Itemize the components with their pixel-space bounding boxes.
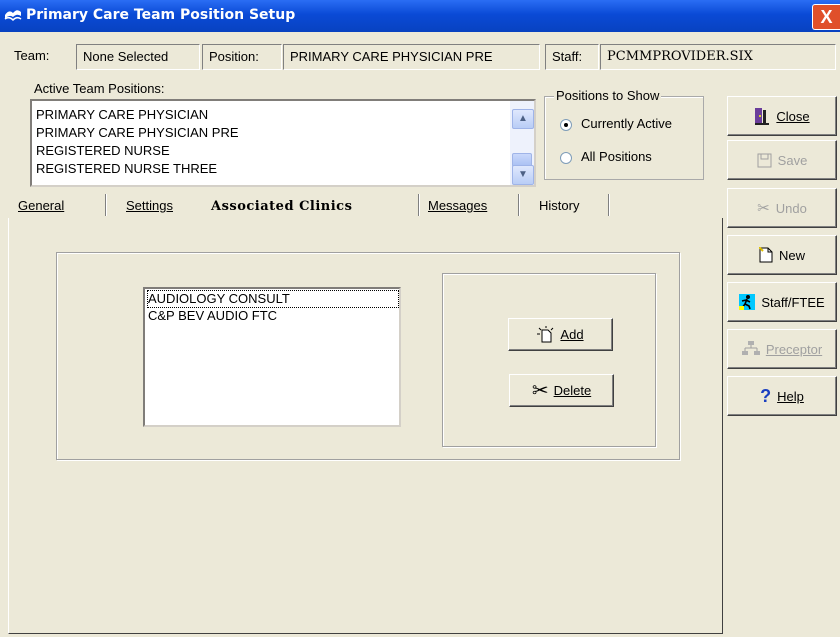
tab-divider: [105, 194, 107, 216]
list-item[interactable]: REGISTERED NURSE THREE: [36, 161, 217, 177]
tab-messages[interactable]: Messages: [428, 193, 487, 219]
radio-all-positions[interactable]: [560, 152, 572, 164]
scroll-down-icon[interactable]: ▼: [512, 165, 534, 185]
scroll-up-icon[interactable]: ▲: [512, 109, 534, 129]
list-item[interactable]: PRIMARY CARE PHYSICIAN: [36, 107, 208, 123]
close-button[interactable]: Close: [727, 96, 837, 136]
radio-currently-active-label[interactable]: Currently Active: [581, 116, 672, 131]
positions-to-show-label: Positions to Show: [554, 88, 662, 103]
undo-button[interactable]: ✂ Undo: [727, 188, 837, 228]
tab-general[interactable]: General: [18, 193, 64, 219]
new-item-icon: [537, 325, 554, 342]
new-button-label: New: [778, 247, 805, 263]
list-item[interactable]: PRIMARY CARE PHYSICIAN PRE: [36, 125, 239, 141]
add-clinic-button[interactable]: Add: [508, 318, 613, 351]
door-exit-icon: [755, 108, 770, 125]
active-positions-label: Active Team Positions:: [34, 81, 165, 96]
list-item[interactable]: AUDIOLOGY CONSULT: [147, 290, 399, 308]
radio-all-positions-label[interactable]: All Positions: [581, 149, 652, 164]
help-button[interactable]: ? Help: [727, 376, 837, 416]
new-document-icon: [758, 247, 773, 263]
active-positions-list[interactable]: PRIMARY CARE PHYSICIAN PRIMARY CARE PHYS…: [30, 99, 536, 187]
preceptor-button[interactable]: Preceptor: [727, 329, 837, 369]
save-button[interactable]: Save: [727, 140, 837, 180]
add-button-label: Add: [560, 327, 584, 342]
staff-value: PCMMPROVIDER.SIX: [600, 44, 836, 70]
undo-icon: ✂: [757, 199, 770, 217]
tab-associated-clinics[interactable]: Associated Clinics: [211, 193, 352, 219]
clinic-list[interactable]: AUDIOLOGY CONSULT C&P BEV AUDIO FTC: [143, 287, 401, 427]
help-button-label: Help: [777, 388, 804, 404]
list-item[interactable]: REGISTERED NURSE: [36, 143, 170, 159]
running-person-icon: [739, 294, 756, 310]
position-label: Position:: [202, 44, 282, 70]
positions-scrollbar[interactable]: ▲ ▼: [510, 101, 534, 185]
window-title: Primary Care Team Position Setup: [26, 7, 296, 23]
window-close-button[interactable]: X: [812, 4, 840, 30]
org-chart-icon: [741, 341, 760, 355]
team-value: None Selected: [76, 44, 200, 70]
app-icon: [4, 10, 22, 22]
team-label: Team:: [14, 48, 50, 63]
delete-clinic-button[interactable]: ✂ Delete: [509, 374, 614, 407]
delete-button-label: Delete: [553, 383, 592, 398]
tab-divider: [418, 194, 420, 216]
tab-divider: [518, 194, 520, 216]
undo-button-label: Undo: [775, 200, 807, 216]
staff-ftee-button[interactable]: Staff/FTEE: [727, 282, 837, 322]
position-value: PRIMARY CARE PHYSICIAN PRE: [283, 44, 540, 70]
floppy-disk-icon: [757, 153, 772, 167]
staff-label: Staff:: [545, 44, 599, 70]
clinic-actions-frame: [442, 273, 656, 447]
positions-to-show-group: [544, 96, 704, 180]
save-button-label: Save: [777, 152, 808, 168]
question-mark-icon: ?: [760, 386, 772, 406]
scissors-icon: ✂: [531, 379, 549, 402]
list-item[interactable]: C&P BEV AUDIO FTC: [148, 308, 277, 324]
tab-settings[interactable]: Settings: [126, 193, 173, 219]
new-button[interactable]: New: [727, 235, 837, 275]
tab-history[interactable]: History: [539, 193, 579, 219]
radio-currently-active[interactable]: [560, 119, 572, 131]
staff-ftee-button-label: Staff/FTEE: [761, 294, 825, 310]
close-button-label: Close: [776, 108, 810, 124]
preceptor-button-label: Preceptor: [765, 341, 823, 357]
tab-divider: [608, 194, 610, 216]
